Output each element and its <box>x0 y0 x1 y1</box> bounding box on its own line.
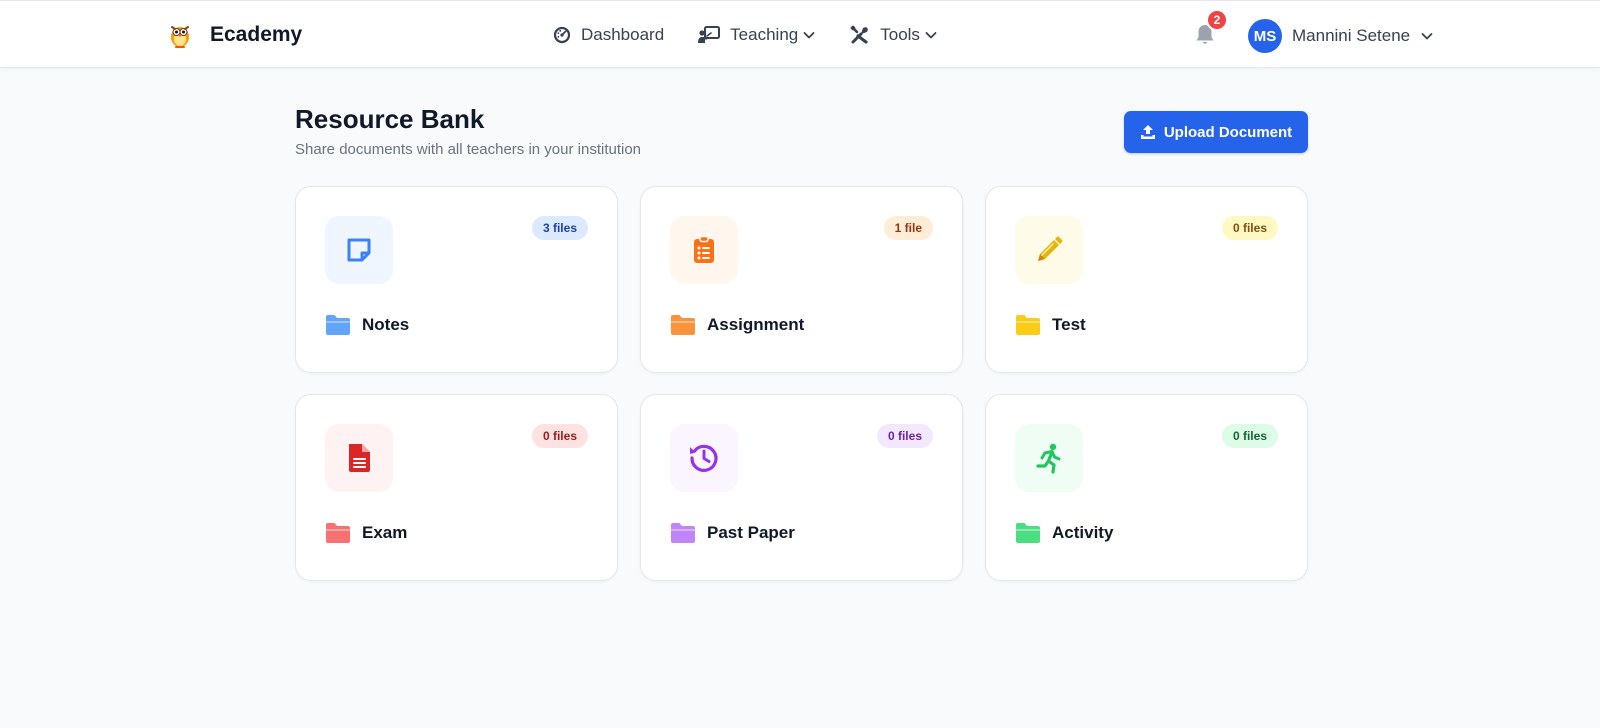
tools-icon <box>850 25 869 44</box>
top-navbar: Ecademy Dashboard Teaching Tools 2 MS Ma… <box>0 0 1600 68</box>
page-title: Resource Bank <box>295 104 485 134</box>
history-icon <box>690 444 718 472</box>
card-footer: Assignment <box>670 314 804 336</box>
category-card-activity[interactable]: 0 files Activity <box>985 394 1308 581</box>
card-label: Activity <box>1052 523 1114 542</box>
file-count-badge: 0 files <box>531 424 588 448</box>
card-footer: Past Paper <box>670 522 795 544</box>
chevron-down-icon <box>925 32 937 39</box>
nav-teaching[interactable]: Teaching <box>698 23 816 47</box>
running-person-icon <box>1036 443 1061 474</box>
avatar: MS <box>1248 19 1282 53</box>
nav-dashboard-label: Dashboard <box>581 25 665 44</box>
file-count-badge: 0 files <box>1221 216 1278 240</box>
pencil-icon <box>1038 236 1063 261</box>
card-label: Test <box>1052 315 1086 334</box>
card-icon-box <box>325 424 393 492</box>
teacher-board-icon <box>698 26 721 43</box>
file-count-badge: 1 file <box>883 216 933 240</box>
folder-icon <box>1016 315 1040 335</box>
card-icon-box <box>670 216 738 284</box>
upload-document-button[interactable]: Upload Document <box>1124 111 1308 153</box>
owl-logo-icon <box>171 26 189 48</box>
category-card-exam[interactable]: 0 files Exam <box>295 394 618 581</box>
folder-icon <box>1016 523 1040 543</box>
folder-icon <box>671 315 695 335</box>
upload-document-label: Upload Document <box>1163 123 1293 141</box>
chevron-down-icon <box>1421 33 1433 40</box>
sticky-note-icon <box>347 238 371 262</box>
file-count-badge: 0 files <box>876 424 933 448</box>
brand[interactable]: Ecademy <box>166 21 302 49</box>
file-count-badge: 0 files <box>1221 424 1278 448</box>
main-nav: Dashboard Teaching Tools <box>553 23 972 47</box>
file-count-badge: 3 files <box>531 216 588 240</box>
card-footer: Activity <box>1015 522 1113 544</box>
card-icon-box <box>325 216 393 284</box>
card-label: Past Paper <box>707 523 795 542</box>
file-document-icon <box>349 444 370 472</box>
folder-icon <box>326 315 350 335</box>
card-icon-box <box>1015 424 1083 492</box>
category-card-notes[interactable]: 3 files Notes <box>295 186 618 373</box>
clipboard-list-icon <box>694 235 714 263</box>
card-label: Exam <box>362 523 408 542</box>
nav-teaching-label: Teaching <box>730 25 799 44</box>
category-card-test[interactable]: 0 files Test <box>985 186 1308 373</box>
category-card-assignment[interactable]: 1 file Assignment <box>640 186 963 373</box>
nav-tools[interactable]: Tools <box>850 23 938 47</box>
card-footer: Exam <box>325 522 407 544</box>
card-footer: Notes <box>325 314 409 336</box>
category-card-past-paper[interactable]: 0 files Past Paper <box>640 394 963 581</box>
card-label: Assignment <box>707 315 805 334</box>
card-label: Notes <box>362 315 410 334</box>
user-name: Mannini Setene <box>1292 26 1411 45</box>
card-footer: Test <box>1015 314 1086 336</box>
user-menu[interactable]: MS Mannini Setene <box>1248 19 1434 53</box>
card-icon-box <box>670 424 738 492</box>
folder-icon <box>326 523 350 543</box>
upload-icon <box>1140 125 1155 139</box>
card-icon-box <box>1015 216 1083 284</box>
brand-name: Ecademy <box>210 23 303 46</box>
nav-tools-label: Tools <box>880 25 920 44</box>
chevron-down-icon <box>803 32 815 39</box>
notification-count-badge: 2 <box>1206 9 1228 31</box>
page-subtitle: Share documents with all teachers in you… <box>295 141 642 158</box>
folder-icon <box>671 523 695 543</box>
gauge-icon <box>553 26 571 44</box>
nav-dashboard[interactable]: Dashboard <box>553 23 664 47</box>
